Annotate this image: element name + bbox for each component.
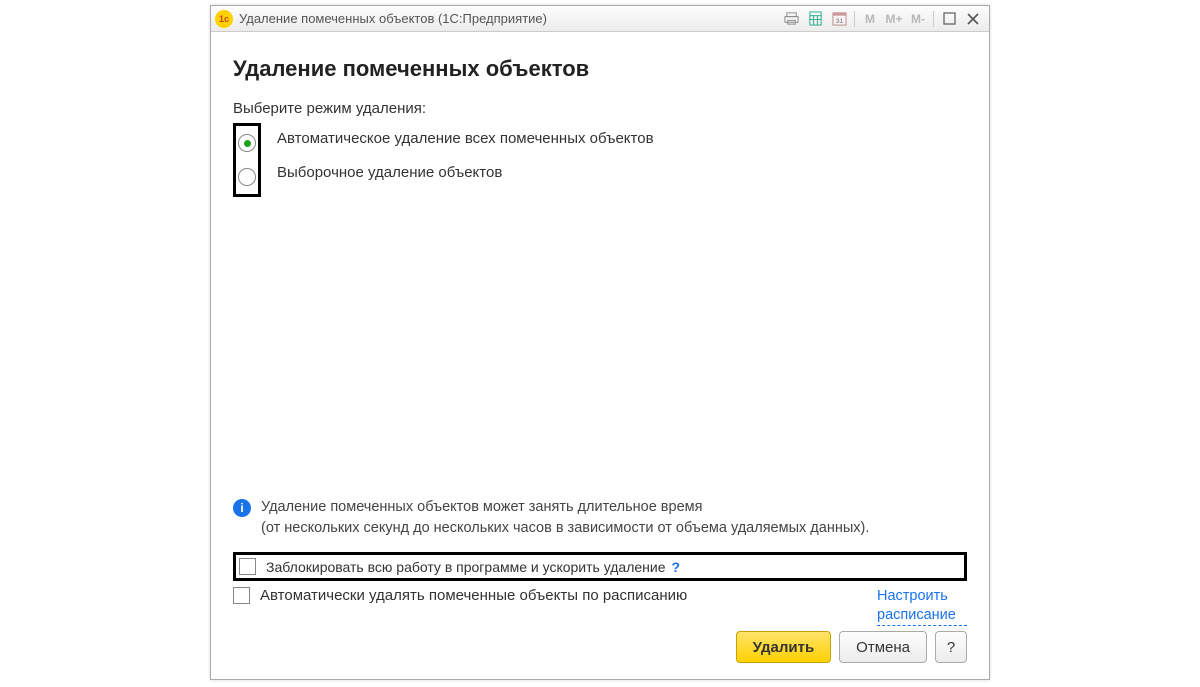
print-icon[interactable] <box>780 9 802 29</box>
dialog-footer: Удалить Отмена ? <box>233 631 967 663</box>
checkbox-block-label: Заблокировать всю работу в программе и у… <box>266 559 666 575</box>
info-line2: (от нескольких секунд до нескольких часо… <box>261 518 869 538</box>
window-title: Удаление помеченных объектов (1С:Предпри… <box>239 11 547 26</box>
memory-m-button[interactable]: M <box>859 9 881 29</box>
schedule-row: Автоматически удалять помеченные объекты… <box>233 587 967 617</box>
titlebar: 1c Удаление помеченных объектов (1С:Пред… <box>211 6 989 32</box>
radio-selective[interactable] <box>238 168 256 186</box>
checkbox-schedule-label: Автоматически удалять помеченные объекты… <box>260 587 687 604</box>
memory-mplus-button[interactable]: M+ <box>883 9 905 29</box>
memory-mminus-button[interactable]: M- <box>907 9 929 29</box>
info-line1: Удаление помеченных объектов может занят… <box>261 497 869 517</box>
radio-selective-label: Выборочное удаление объектов <box>277 164 502 181</box>
maximize-icon[interactable] <box>938 9 960 29</box>
cancel-button[interactable]: Отмена <box>839 631 927 663</box>
help-button[interactable]: ? <box>935 631 967 663</box>
block-checkbox-highlight: Заблокировать всю работу в программе и у… <box>233 552 967 581</box>
dialog-window: 1c Удаление помеченных объектов (1С:Пред… <box>210 5 990 680</box>
checkbox-schedule[interactable] <box>233 587 250 604</box>
close-icon[interactable] <box>962 9 984 29</box>
radio-auto[interactable] <box>238 134 256 152</box>
radio-highlight-box <box>233 123 261 197</box>
page-title: Удаление помеченных объектов <box>233 56 967 82</box>
app-logo-icon: 1c <box>215 10 233 28</box>
calendar-icon[interactable]: 31 <box>828 9 850 29</box>
delete-button[interactable]: Удалить <box>736 631 832 663</box>
checkbox-block-work[interactable] <box>239 558 256 575</box>
radio-auto-label: Автоматическое удаление всех помеченных … <box>277 130 654 147</box>
svg-text:31: 31 <box>835 18 843 25</box>
mode-prompt: Выберите режим удаления: <box>233 100 967 117</box>
configure-schedule-link[interactable]: Настроить расписание <box>877 587 967 626</box>
info-block: i Удаление помеченных объектов может зан… <box>233 497 967 538</box>
inline-help-icon[interactable]: ? <box>672 559 681 575</box>
radio-group: Автоматическое удаление всех помеченных … <box>233 123 967 197</box>
info-icon: i <box>233 499 251 517</box>
dialog-content: Удаление помеченных объектов Выберите ре… <box>211 32 989 679</box>
calculator-icon[interactable] <box>804 9 826 29</box>
